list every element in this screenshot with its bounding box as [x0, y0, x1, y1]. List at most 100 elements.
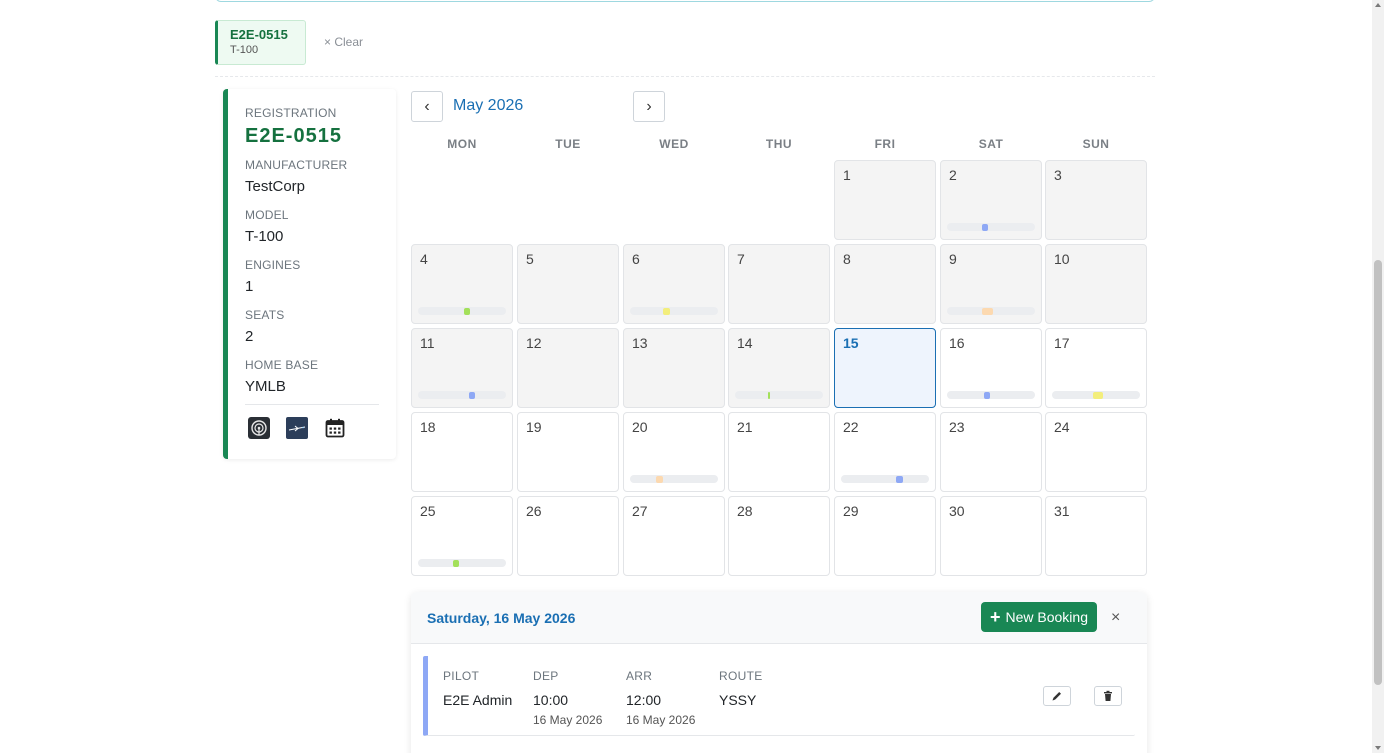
day-number: 1	[843, 167, 851, 183]
flight-icon[interactable]	[286, 417, 308, 439]
calendar-day[interactable]: 29	[834, 496, 936, 576]
calendar-day[interactable]: 28	[728, 496, 830, 576]
calendar-day[interactable]: 8	[834, 244, 936, 324]
engines-value: 1	[245, 278, 254, 295]
calendar-day[interactable]: 21	[728, 412, 830, 492]
day-number: 29	[843, 503, 859, 519]
new-booking-button[interactable]: + New Booking	[981, 602, 1097, 632]
day-number: 25	[420, 503, 436, 519]
calendar-day[interactable]: 13	[623, 328, 725, 408]
calendar-day[interactable]: 16	[940, 328, 1042, 408]
day-number: 15	[843, 335, 859, 351]
edit-booking-button[interactable]	[1043, 686, 1071, 706]
radar-icon[interactable]	[248, 417, 270, 439]
weekday-header: MON	[447, 137, 477, 151]
scroll-down-icon[interactable]	[1375, 746, 1381, 750]
prev-month-button[interactable]: ‹	[411, 91, 443, 122]
booking-segment[interactable]	[463, 308, 470, 315]
booking-segment[interactable]	[896, 476, 903, 483]
day-number: 31	[1054, 503, 1070, 519]
calendar-day[interactable]: 3	[1045, 160, 1147, 240]
calendar-day[interactable]: 17	[1045, 328, 1147, 408]
booking-segment[interactable]	[983, 392, 991, 399]
page-scrollbar[interactable]	[1372, 0, 1384, 753]
clear-selection-button[interactable]: × Clear	[324, 35, 363, 49]
calendar-day[interactable]: 7	[728, 244, 830, 324]
booking-segment[interactable]	[982, 308, 993, 315]
weekday-header: SUN	[1082, 137, 1110, 151]
calendar-day[interactable]: 26	[517, 496, 619, 576]
day-number: 24	[1054, 419, 1070, 435]
weekday-header: WED	[659, 137, 689, 151]
weekday-header: SAT	[978, 137, 1004, 151]
aircraft-details-card: REGISTRATION E2E-0515 MANUFACTURER TestC…	[223, 89, 396, 459]
day-number: 7	[737, 251, 745, 267]
calendar-day[interactable]: 12	[517, 328, 619, 408]
day-number: 21	[737, 419, 753, 435]
booking-timeline	[947, 391, 1035, 399]
booking-timeline	[630, 307, 718, 315]
plus-icon: +	[989, 607, 1001, 627]
calendar-day[interactable]: 19	[517, 412, 619, 492]
booking-row[interactable]: PILOT E2E Admin DEP 10:00 16 May 2026 AR…	[423, 656, 1135, 736]
registration-value: E2E-0515	[245, 125, 342, 147]
day-number: 3	[1054, 167, 1062, 183]
calendar-day[interactable]: 31	[1045, 496, 1147, 576]
home-base-label: HOME BASE	[245, 358, 319, 372]
booking-segment[interactable]	[1093, 392, 1104, 399]
booking-segment[interactable]	[767, 392, 771, 399]
booking-timeline	[418, 307, 506, 315]
day-detail-header: Saturday, 16 May 2026 + New Booking ×	[411, 592, 1147, 644]
pencil-icon	[1052, 692, 1061, 701]
scroll-up-icon[interactable]	[1375, 3, 1381, 7]
day-number: 16	[949, 335, 965, 351]
scrollbar-thumb[interactable]	[1374, 260, 1382, 685]
seats-value: 2	[245, 328, 254, 345]
pilot-value: E2E Admin	[443, 692, 513, 708]
calendar-day[interactable]: 14	[728, 328, 830, 408]
booking-segment[interactable]	[656, 476, 663, 483]
calendar-day[interactable]: 25	[411, 496, 513, 576]
booking-segment[interactable]	[982, 224, 989, 231]
calendar-day[interactable]: 15	[834, 328, 936, 408]
calendar-day[interactable]: 30	[940, 496, 1042, 576]
calendar-day[interactable]: 20	[623, 412, 725, 492]
calendar-day[interactable]: 6	[623, 244, 725, 324]
calendar-day[interactable]: 4	[411, 244, 513, 324]
day-number: 30	[949, 503, 965, 519]
selected-aircraft-chip[interactable]: E2E-0515 T-100	[215, 20, 306, 65]
model-label: MODEL	[245, 208, 289, 222]
day-detail-panel: Saturday, 16 May 2026 + New Booking × PI…	[411, 592, 1147, 753]
calendar-day[interactable]: 9	[940, 244, 1042, 324]
day-number: 27	[632, 503, 648, 519]
day-number: 4	[420, 251, 428, 267]
calendar-day[interactable]: 11	[411, 328, 513, 408]
chip-model: T-100	[230, 44, 259, 56]
new-booking-label: New Booking	[1005, 609, 1089, 625]
booking-segment[interactable]	[469, 392, 476, 399]
day-number: 23	[949, 419, 965, 435]
booking-timeline	[841, 475, 929, 483]
calendar-icon[interactable]	[324, 417, 346, 439]
route-label: ROUTE	[719, 669, 763, 683]
calendar-day[interactable]: 2	[940, 160, 1042, 240]
booking-timeline	[947, 307, 1035, 315]
weekday-header: THU	[765, 137, 793, 151]
calendar-day[interactable]: 10	[1045, 244, 1147, 324]
booking-segment[interactable]	[663, 308, 670, 315]
next-month-button[interactable]: ›	[633, 91, 665, 122]
day-number: 26	[526, 503, 542, 519]
booking-timeline	[947, 223, 1035, 231]
calendar-day[interactable]: 23	[940, 412, 1042, 492]
calendar-day[interactable]: 18	[411, 412, 513, 492]
delete-booking-button[interactable]	[1094, 686, 1122, 706]
calendar-day[interactable]: 27	[623, 496, 725, 576]
calendar-day[interactable]: 24	[1045, 412, 1147, 492]
calendar-day[interactable]: 1	[834, 160, 936, 240]
engines-label: ENGINES	[245, 258, 301, 272]
booking-segment[interactable]	[453, 560, 460, 567]
chip-registration: E2E-0515	[230, 27, 288, 42]
close-panel-button[interactable]: ×	[1111, 609, 1120, 627]
calendar-day[interactable]: 22	[834, 412, 936, 492]
calendar-day[interactable]: 5	[517, 244, 619, 324]
